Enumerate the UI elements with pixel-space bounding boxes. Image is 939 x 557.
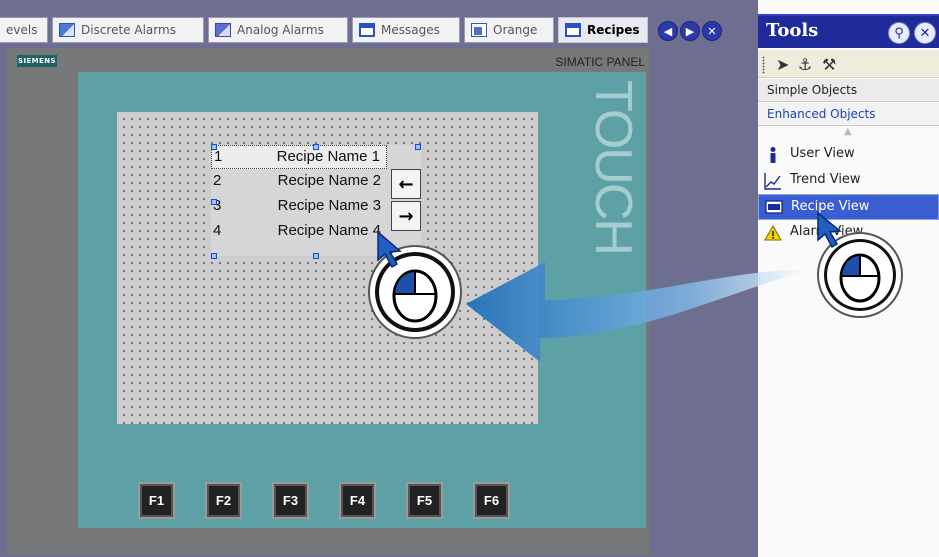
arrow-right-icon: → [398,205,414,227]
recipe-view-object[interactable]: 1 Recipe Name 1 2 Recipe Name 2 3 Recipe… [211,145,421,256]
recipe-number: 1 [214,148,223,165]
window-icon [565,23,581,37]
tool-label: Alarm View [790,224,864,239]
tool-alarm-view[interactable]: Alarm View [758,220,939,246]
tool-label: User View [790,146,855,161]
fkey-f5[interactable]: F5 [406,482,443,519]
chevron-left-icon: ◀ [663,24,673,38]
fkey-f1[interactable]: F1 [138,482,175,519]
fkey-f2[interactable]: F2 [205,482,242,519]
fkey-f6[interactable]: F6 [473,482,510,519]
tools-panel: Tools ⚲ ✕ ➤ ⚓ ⚒ Simple Objects Enhanced … [758,0,939,557]
tab-messages[interactable]: Messages [352,17,460,43]
tab-label: Discrete Alarms [81,23,176,37]
tool-user-view[interactable]: User View [758,142,939,168]
tab-orange[interactable]: Orange [464,17,554,43]
tools-icon[interactable]: ⚒ [822,55,836,74]
tab-label: evels [6,23,38,37]
tools-title: Tools [766,20,819,41]
pointer-icon[interactable]: ➤ [776,55,789,74]
tool-label: Recipe View [791,199,870,214]
tab-label: Analog Alarms [237,23,324,37]
resize-handle[interactable] [313,144,319,150]
trend-icon [764,173,781,190]
fkey-f4[interactable]: F4 [339,482,376,519]
anchor-icon[interactable]: ⚓ [798,55,812,74]
touch-brand-text: TOUCH [584,80,642,254]
resize-handle[interactable] [313,253,319,259]
tool-trend-view[interactable]: Trend View [758,168,939,194]
warning-icon [764,224,782,241]
recipe-row[interactable]: 2 Recipe Name 2 [211,170,387,194]
recipe-next-button[interactable]: → [391,201,421,231]
pin-icon: ⚲ [894,25,904,41]
recipe-prev-button[interactable]: ← [391,169,421,199]
resize-handle[interactable] [211,199,217,205]
recipe-name: Recipe Name 2 [277,172,381,189]
tab-analog-alarms[interactable]: Analog Alarms [208,17,348,43]
tab-label: Orange [493,23,538,37]
tab-label: Recipes [587,23,640,37]
recipe-name: Recipe Name 3 [277,197,381,214]
tools-title-bar: Tools ⚲ ✕ [758,14,939,48]
resize-handle[interactable] [211,144,217,150]
recipe-row[interactable]: 4 Recipe Name 4 [211,220,387,244]
tool-recipe-view[interactable]: Recipe View [758,194,939,220]
close-icon: ✕ [707,24,717,38]
resize-handle[interactable] [415,144,421,150]
tab-next-button[interactable]: ▶ [680,21,700,41]
arrow-left-icon: ← [398,173,414,195]
chevron-up-icon: ▲ [844,126,852,137]
tab-prev-button[interactable]: ◀ [658,21,678,41]
tool-label: Trend View [790,172,861,187]
toolbar-grip[interactable] [762,56,765,74]
recipe-name: Recipe Name 4 [277,222,381,239]
resize-handle[interactable] [211,253,217,259]
window-icon [359,23,375,37]
user-icon [770,147,776,163]
analog-alarms-icon [215,23,231,37]
siemens-logo: SIEMENS [17,55,57,67]
tab-close-button[interactable]: ✕ [702,21,722,41]
fkey-f3[interactable]: F3 [272,482,309,519]
recipe-number: 2 [213,172,222,189]
recipe-number: 4 [213,222,222,239]
recipe-row[interactable]: 3 Recipe Name 3 [211,195,387,219]
tab-label: Messages [381,23,440,37]
recipe-icon [765,200,783,214]
document-tab-bar: evels Discrete Alarms Analog Alarms Mess… [0,0,758,48]
tools-toolbar: ➤ ⚓ ⚒ [758,50,939,78]
panel-model-label: SIMATIC PANEL [555,55,645,69]
pin-button[interactable]: ⚲ [888,22,910,44]
tab-levels[interactable]: evels [0,17,48,43]
tab-recipes[interactable]: Recipes [558,17,648,43]
recipe-row[interactable]: 1 Recipe Name 1 [211,145,387,169]
close-icon: ✕ [919,25,931,41]
screen-icon [471,23,487,37]
section-enhanced-objects[interactable]: Enhanced Objects [758,103,939,126]
tab-discrete-alarms[interactable]: Discrete Alarms [52,17,204,43]
discrete-alarms-icon [59,23,75,37]
recipe-name: Recipe Name 1 [276,148,380,165]
section-simple-objects[interactable]: Simple Objects [758,79,939,102]
close-button[interactable]: ✕ [914,22,936,44]
chevron-right-icon: ▶ [685,24,695,38]
